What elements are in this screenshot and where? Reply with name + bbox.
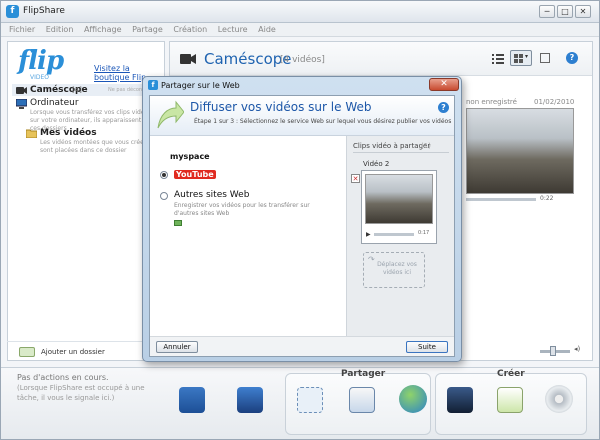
dialog-banner: Diffuser vos vidéos sur le Web Étape 1 s…	[150, 96, 454, 136]
menu-file[interactable]: Fichier	[9, 25, 35, 34]
video-thumbnail[interactable]	[466, 108, 574, 194]
menu-view[interactable]: Affichage	[84, 25, 122, 34]
sidebar-item-camcorder[interactable]: Caméscope [4] Ne pas déconnecter	[12, 84, 162, 96]
window-title: FlipShare	[23, 6, 65, 16]
service-myspace[interactable]: myspace	[160, 150, 240, 164]
close-button[interactable]: ✕	[575, 5, 591, 18]
other-sites-label: Autres sites Web	[174, 190, 250, 200]
dialog-title: Partager sur le Web	[161, 81, 240, 90]
clips-panel: Clips vidéo à partager (1) Vidéo 2 ✕ ▶ 0…	[346, 136, 454, 336]
folder-icon	[26, 129, 37, 138]
play-on-screen-icon[interactable]	[237, 387, 263, 413]
disc-icon[interactable]	[545, 385, 573, 413]
single-view-icon[interactable]	[540, 53, 550, 63]
clip-time: 0:17	[418, 230, 430, 236]
menu-create[interactable]: Création	[173, 25, 207, 34]
youtube-logo: YouTube	[174, 170, 216, 179]
grid-view-icon	[514, 54, 523, 63]
remove-clip-icon[interactable]: ✕	[351, 174, 360, 183]
share-group-label: Partager	[341, 369, 386, 379]
list-view-icon[interactable]	[492, 53, 504, 64]
add-folder-icon	[19, 347, 35, 357]
email-clip-icon[interactable]	[349, 387, 375, 413]
menu-help[interactable]: Aide	[258, 25, 276, 34]
title-bar: f FlipShare ─ □ ✕	[1, 1, 599, 23]
clip-thumbnail	[365, 174, 433, 224]
volume-icon[interactable]: ◂)	[574, 345, 580, 353]
service-other-sites[interactable]: Autres sites Web Enregistrer vos vidéos …	[160, 190, 340, 230]
grid-view-button[interactable]: ▾	[510, 50, 532, 66]
dialog-close-button[interactable]: ✕	[429, 78, 459, 91]
computer-icon	[16, 99, 27, 109]
flip-logo: flip	[18, 46, 64, 76]
video-date: 01/02/2010	[534, 98, 575, 106]
clip-play-icon[interactable]: ▶	[366, 231, 371, 238]
computer-label: Ordinateur	[30, 98, 79, 108]
cancel-button[interactable]: Annuler	[156, 341, 198, 353]
menu-playback[interactable]: Lecture	[218, 25, 248, 34]
clip-name: Vidéo 2	[363, 160, 390, 168]
menu-share[interactable]: Partage	[132, 25, 163, 34]
my-videos-desc: Les vidéos montées que vous créez sont p…	[40, 139, 147, 154]
dialog-footer: Annuler Suite	[150, 336, 454, 356]
dialog-body: Diffuser vos vidéos sur le Web Étape 1 s…	[149, 95, 455, 357]
youtube-logo-text: YouTube	[174, 170, 216, 179]
main-header: Caméscope [4 vidéos] ▾ ?	[170, 42, 592, 76]
clips-title: Clips vidéo à partager	[353, 142, 431, 150]
myspace-logo: myspace	[170, 152, 210, 161]
drop-hint: Déplacez vos vidéos ici	[377, 261, 417, 276]
youtube-radio[interactable]	[160, 171, 168, 179]
page-title: Caméscope	[204, 50, 292, 68]
other-sites-radio[interactable]	[160, 192, 168, 200]
help-icon[interactable]: ?	[566, 52, 578, 64]
menu-edit[interactable]: Edition	[46, 25, 74, 34]
clips-count: (1)	[421, 142, 431, 150]
web-share-icon[interactable]	[399, 385, 427, 413]
chevron-down-icon: ▾	[525, 53, 529, 60]
create-group-label: Créer	[497, 369, 525, 379]
clip-card[interactable]: ▶ 0:17	[361, 170, 437, 244]
camcorder-icon	[180, 54, 196, 64]
flip-app-icon: f	[148, 80, 158, 90]
share-clip-icon[interactable]	[297, 387, 323, 413]
maximize-button[interactable]: □	[557, 5, 573, 18]
other-sites-desc: Enregistrer vos vidéos pour les transfér…	[174, 202, 310, 217]
menu-bar: Fichier Edition Affichage Partage Créati…	[1, 23, 599, 37]
movie-icon[interactable]	[447, 387, 473, 413]
web-page-icon	[174, 220, 182, 226]
service-list: myspace YouTube Autres sites Web Enregis…	[150, 136, 346, 336]
status-hint: (Lorsque FlipShare est occupé à une tâch…	[17, 384, 145, 402]
flip-logo-sub: VIDEO	[30, 74, 50, 81]
add-folder-label: Ajouter un dossier	[41, 348, 105, 356]
service-youtube[interactable]: YouTube	[160, 168, 240, 182]
video-progress[interactable]	[466, 198, 536, 201]
camcorder-count: [4]	[72, 86, 82, 94]
drop-zone[interactable]: ↷ Déplacez vos vidéos ici	[363, 252, 425, 288]
clip-progress[interactable]	[374, 233, 414, 236]
video-time: 0:22	[540, 195, 554, 202]
share-arrow-icon	[157, 100, 184, 129]
zoom-slider-handle[interactable]	[550, 346, 556, 356]
dialog-help-icon[interactable]: ?	[438, 102, 449, 113]
camcorder-icon	[16, 87, 27, 94]
video-label: non enregistré	[466, 98, 517, 106]
flip-app-icon: f	[6, 5, 19, 18]
share-web-dialog: f Partager sur le Web ✕ Diffuser vos vid…	[142, 76, 462, 362]
video-count: [4 vidéos]	[280, 55, 325, 65]
status-text: Pas d'actions en cours.	[17, 373, 109, 382]
transfer-to-camera-icon[interactable]	[179, 387, 205, 413]
next-button[interactable]: Suite	[406, 341, 448, 353]
photo-icon[interactable]	[497, 387, 523, 413]
clips-divider	[353, 152, 449, 153]
dialog-heading: Diffuser vos vidéos sur le Web	[190, 100, 372, 114]
dialog-step: Étape 1 sur 3 : Sélectionnez le service …	[194, 118, 452, 125]
my-videos-label: Mes vidéos	[40, 128, 97, 138]
minimize-button[interactable]: ─	[539, 5, 555, 18]
